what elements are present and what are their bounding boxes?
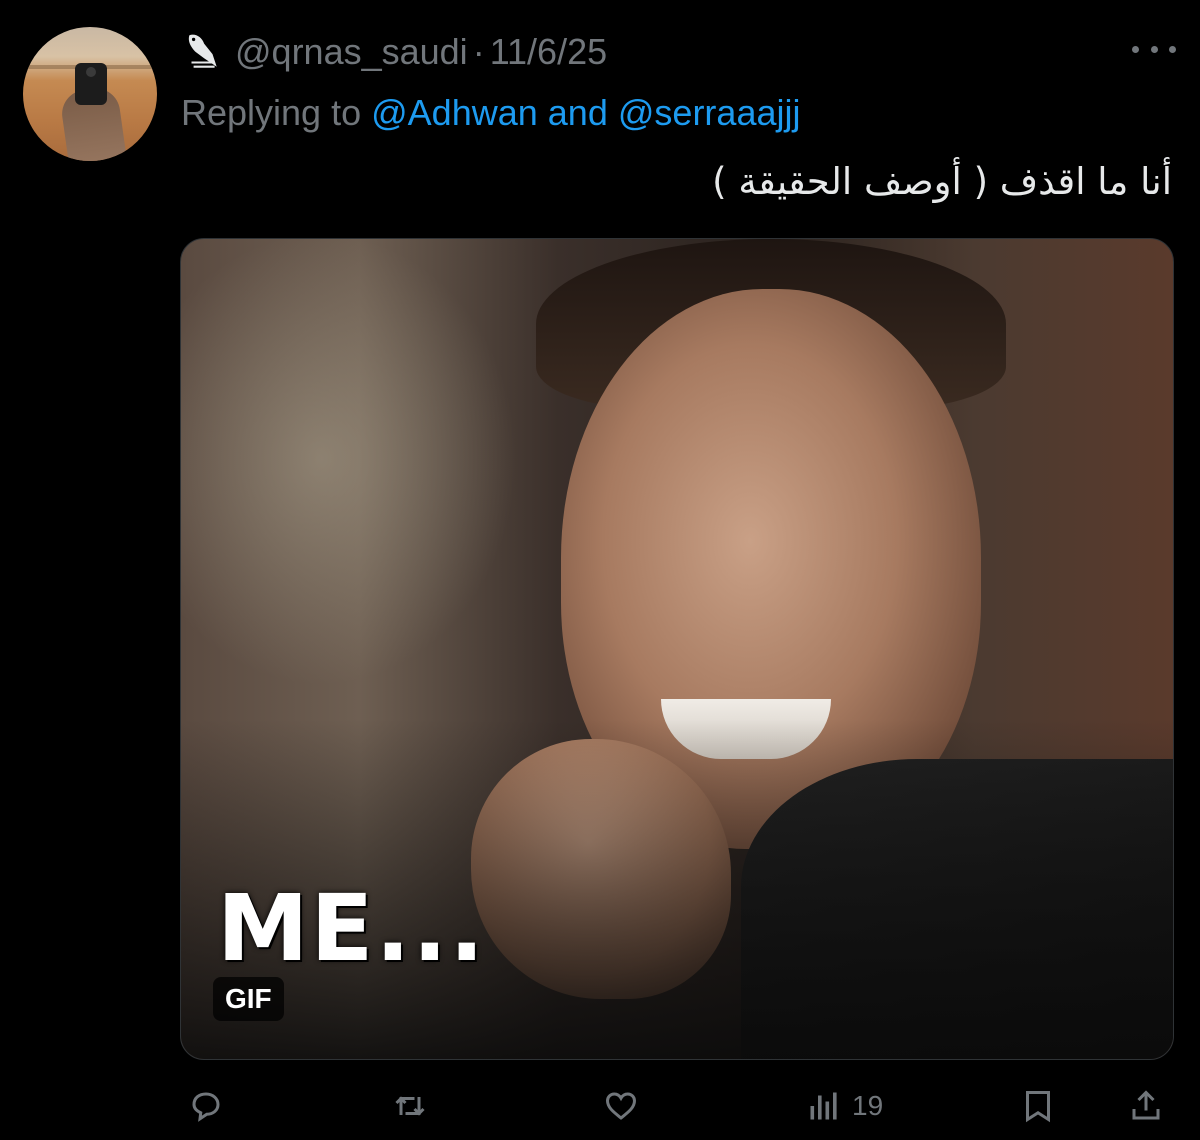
gif-caption: ME... xyxy=(217,875,487,982)
more-dot xyxy=(1132,45,1139,53)
replying-prefix: Replying to xyxy=(181,92,362,133)
avatar[interactable] xyxy=(23,27,157,161)
tweet-header: @qrnas_saudi · 11/6/25 xyxy=(181,30,607,74)
more-icon[interactable] xyxy=(1132,36,1176,62)
action-bar: 19 xyxy=(0,1080,1200,1140)
reply-button[interactable] xyxy=(188,1088,224,1124)
reply-icon xyxy=(192,1092,220,1122)
views-icon xyxy=(810,1092,837,1120)
like-button[interactable] xyxy=(603,1088,639,1124)
mention-adhwan[interactable]: @Adhwan xyxy=(371,92,538,133)
tweet-text: أنا ما اقذف ( أوصف الحقيقة ) xyxy=(712,160,1172,203)
gif-media[interactable]: ME... GIF xyxy=(180,238,1174,1060)
like-icon xyxy=(605,1092,637,1120)
bookmark-icon xyxy=(1026,1091,1050,1123)
tweet-date[interactable]: 11/6/25 xyxy=(490,31,607,73)
retweet-icon xyxy=(395,1096,425,1116)
avatar-sight xyxy=(86,67,96,77)
falcon-icon xyxy=(188,34,217,68)
retweet-button[interactable] xyxy=(392,1088,428,1124)
more-dot xyxy=(1150,45,1158,53)
share-icon xyxy=(1132,1090,1160,1120)
replying-to: Replying to @Adhwan and @serraaajjj xyxy=(181,92,800,134)
more-dot xyxy=(1169,45,1176,53)
author-handle[interactable]: @qrnas_saudi xyxy=(235,31,468,73)
mention-serraaajjj[interactable]: @serraaajjj xyxy=(618,92,801,133)
bookmark-button[interactable] xyxy=(1020,1088,1056,1124)
views-count: 19 xyxy=(852,1090,884,1121)
share-button[interactable] xyxy=(1128,1088,1164,1124)
views-button[interactable]: 19 xyxy=(806,1088,883,1124)
header-separator: · xyxy=(472,31,485,72)
gif-badge: GIF xyxy=(213,977,284,1021)
mention-conjunction: and xyxy=(547,92,608,133)
